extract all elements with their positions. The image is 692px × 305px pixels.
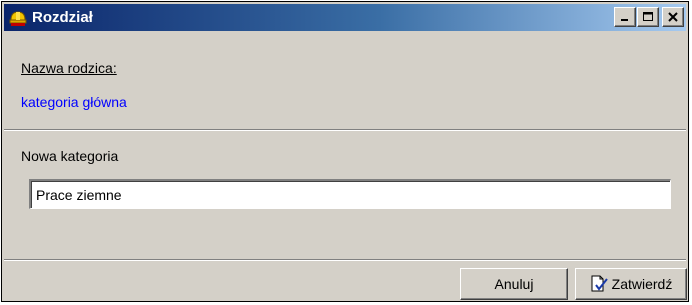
parent-name-label: Nazwa rodzica: <box>21 60 117 76</box>
parent-name-value: kategoria główna <box>21 94 127 110</box>
minimize-button[interactable] <box>614 7 636 27</box>
cancel-button-label: Anuluj <box>494 276 534 292</box>
helmet-icon <box>8 8 28 28</box>
new-category-input[interactable] <box>29 179 671 209</box>
confirm-button[interactable]: Zatwierdź <box>575 268 687 300</box>
close-button[interactable] <box>662 7 684 27</box>
cancel-button[interactable]: Anuluj <box>460 268 568 300</box>
confirm-button-label: Zatwierdź <box>611 276 673 292</box>
parent-panel: Nazwa rodzica: kategoria główna <box>4 33 686 130</box>
window-title: Rozdział <box>32 9 93 26</box>
dialog-window: Rozdział Nazwa rodzica: kategoria główna… <box>1 1 689 302</box>
title-bar[interactable]: Rozdział <box>4 4 686 31</box>
maximize-icon <box>643 12 653 21</box>
footer-separator <box>4 259 686 261</box>
new-category-label: Nowa kategoria <box>21 148 119 164</box>
maximize-button[interactable] <box>637 7 659 27</box>
close-icon <box>668 12 678 22</box>
minimize-icon <box>621 19 628 21</box>
window-controls <box>613 7 684 27</box>
document-check-icon <box>590 275 608 293</box>
